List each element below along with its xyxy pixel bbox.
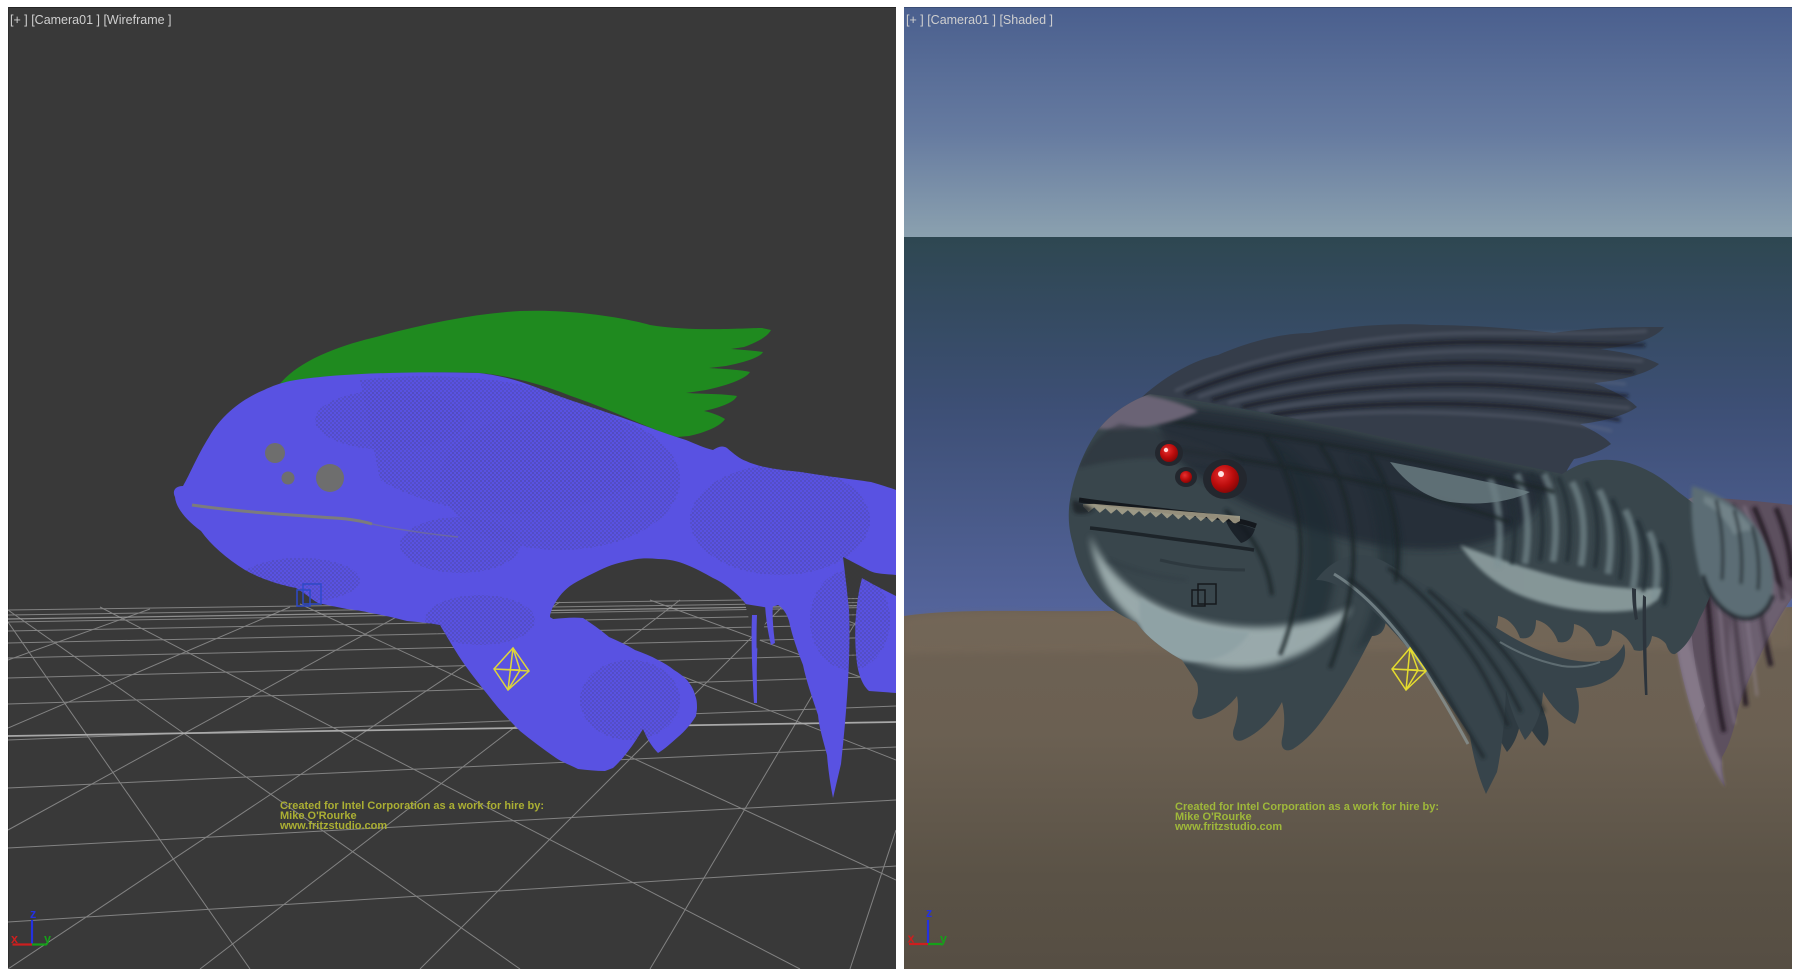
svg-text:y: y — [940, 932, 947, 946]
svg-text:x: x — [11, 932, 18, 946]
svg-text:x: x — [908, 932, 915, 946]
svg-text:www.fritzstudio.com: www.fritzstudio.com — [279, 820, 387, 832]
svg-text:www.fritzstudio.com: www.fritzstudio.com — [1174, 821, 1282, 833]
svg-text:z: z — [30, 907, 36, 921]
svg-text:[+ ] [Camera01 ] [Wireframe ]: [+ ] [Camera01 ] [Wireframe ] — [10, 13, 172, 27]
svg-text:[+ ] [Camera01 ] [Shaded ]: [+ ] [Camera01 ] [Shaded ] — [906, 13, 1053, 27]
svg-text:y: y — [44, 932, 51, 946]
svg-text:z: z — [926, 906, 932, 920]
